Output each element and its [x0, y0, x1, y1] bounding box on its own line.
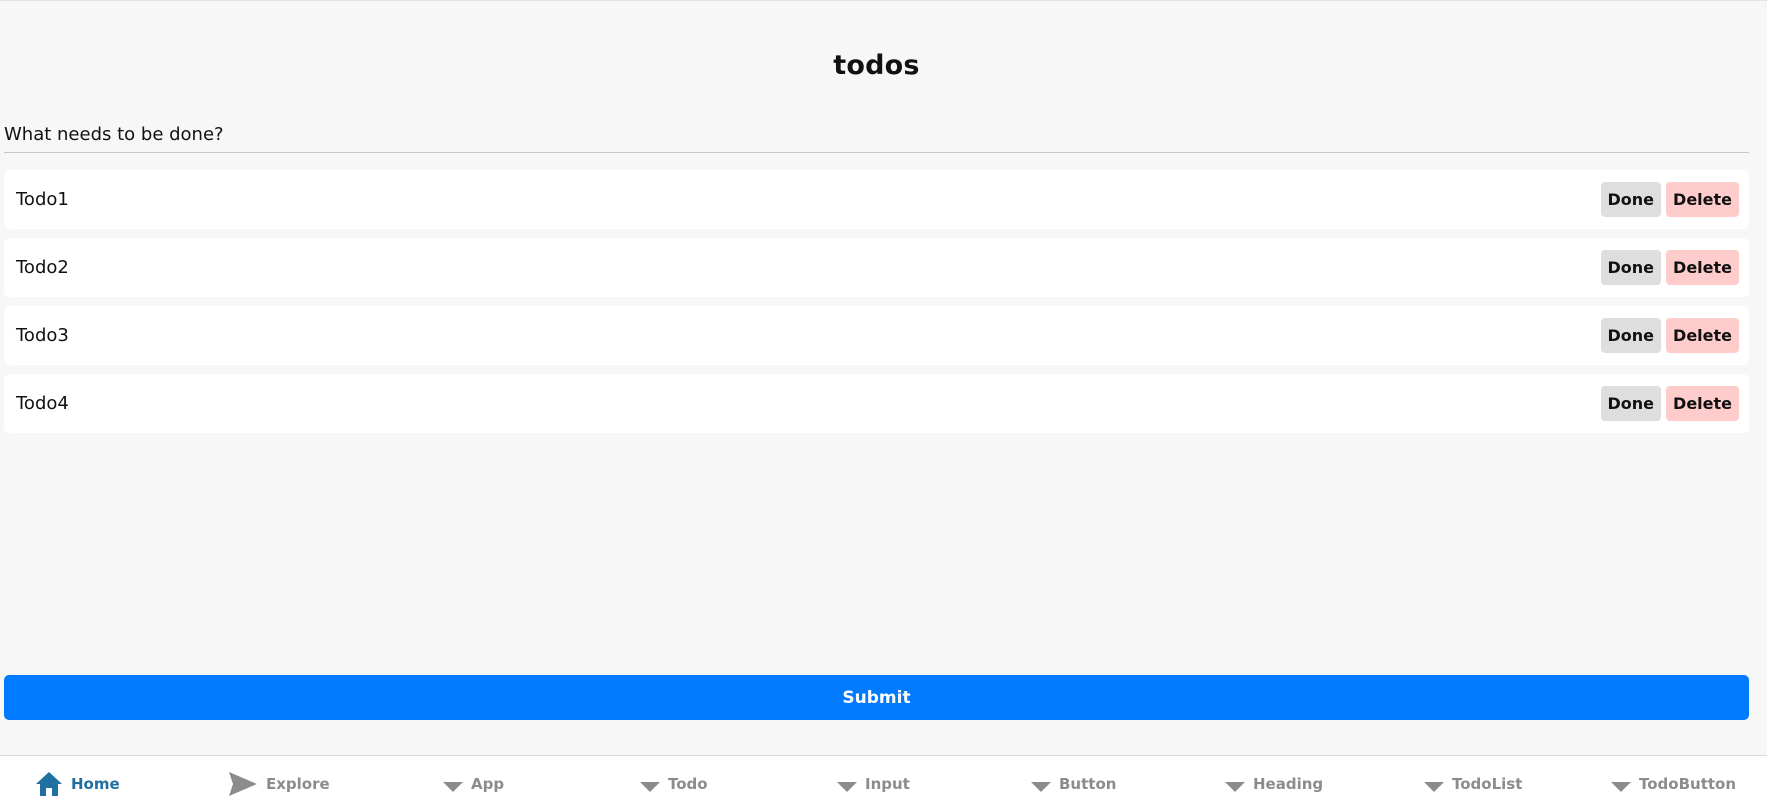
todo-item-text: Todo1: [16, 189, 69, 210]
tab-label: Input: [865, 775, 910, 793]
send-icon: [228, 771, 258, 797]
todo-app: todos Todo1 Done Delete Todo2 Done Delet…: [0, 0, 1767, 801]
caret-down-icon: [1031, 776, 1051, 792]
tab-app[interactable]: App: [443, 770, 504, 798]
bottom-tab-bar: Home Explore App Todo Input Button Headi…: [0, 755, 1767, 801]
tab-explore[interactable]: Explore: [228, 770, 330, 798]
tab-todobutton[interactable]: TodoButton: [1611, 770, 1736, 798]
tab-label: TodoList: [1452, 775, 1523, 793]
caret-down-icon: [443, 776, 463, 792]
tab-heading[interactable]: Heading: [1225, 770, 1323, 798]
done-button[interactable]: Done: [1600, 386, 1662, 421]
caret-down-icon: [837, 776, 857, 792]
home-icon: [35, 771, 63, 797]
new-todo-input[interactable]: [4, 117, 1749, 153]
caret-down-icon: [1611, 776, 1631, 792]
done-button[interactable]: Done: [1600, 182, 1662, 217]
tab-label: Heading: [1253, 775, 1324, 793]
todo-item: Todo2 Done Delete: [4, 238, 1749, 297]
todo-item: Todo3 Done Delete: [4, 306, 1749, 365]
done-button[interactable]: Done: [1600, 318, 1662, 353]
tab-todo[interactable]: Todo: [640, 770, 708, 798]
done-button[interactable]: Done: [1600, 250, 1662, 285]
caret-down-icon: [1225, 776, 1245, 792]
todo-list: Todo1 Done Delete Todo2 Done Delete Todo…: [4, 170, 1749, 442]
tab-label: App: [471, 775, 505, 793]
tab-todolist[interactable]: TodoList: [1424, 770, 1522, 798]
delete-button[interactable]: Delete: [1666, 386, 1739, 421]
page-title: todos: [833, 50, 920, 81]
todo-item-text: Todo2: [16, 257, 69, 278]
tab-label: Home: [71, 775, 120, 793]
todo-item-text: Todo3: [16, 325, 69, 346]
todo-item-text: Todo4: [16, 393, 69, 414]
tab-label: Explore: [266, 775, 330, 793]
tab-label: TodoButton: [1639, 775, 1737, 793]
tab-label: Todo: [668, 775, 708, 793]
submit-button[interactable]: Submit: [4, 675, 1749, 720]
delete-button[interactable]: Delete: [1666, 318, 1739, 353]
todo-item: Todo1 Done Delete: [4, 170, 1749, 229]
tab-button[interactable]: Button: [1031, 770, 1116, 798]
delete-button[interactable]: Delete: [1666, 250, 1739, 285]
tab-home[interactable]: Home: [35, 770, 120, 798]
delete-button[interactable]: Delete: [1666, 182, 1739, 217]
todo-item: Todo4 Done Delete: [4, 374, 1749, 433]
caret-down-icon: [1424, 776, 1444, 792]
tab-input[interactable]: Input: [837, 770, 910, 798]
tab-label: Button: [1059, 775, 1117, 793]
caret-down-icon: [640, 776, 660, 792]
